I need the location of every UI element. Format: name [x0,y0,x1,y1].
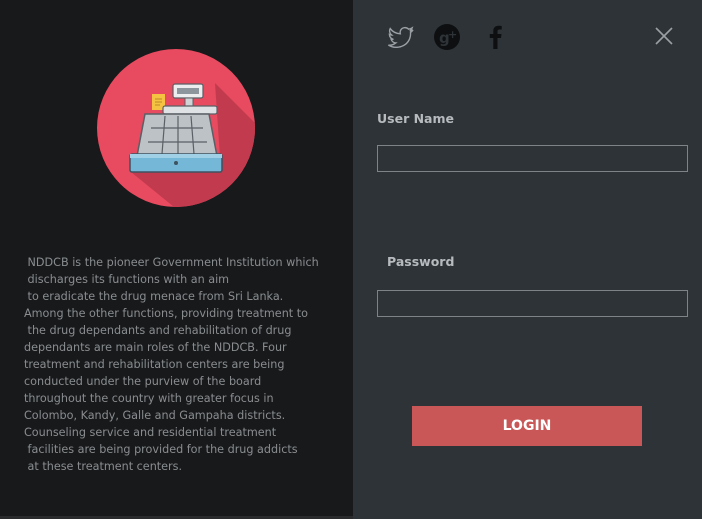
close-icon[interactable] [652,24,676,48]
login-panel: g + User Name Password LOGIN [353,0,702,519]
google-plus-icon[interactable]: g + [432,22,462,52]
info-panel: NDDCB is the pioneer Government Institut… [0,0,353,519]
cash-register-icon [97,46,257,210]
login-button[interactable]: LOGIN [412,406,642,446]
login-window: NDDCB is the pioneer Government Institut… [0,0,702,519]
svg-text:+: + [448,28,457,41]
twitter-icon[interactable] [386,22,416,52]
username-input[interactable] [377,145,688,172]
description-text: NDDCB is the pioneer Government Institut… [24,256,319,473]
password-label: Password [387,254,455,269]
username-label: User Name [377,111,454,126]
facebook-icon[interactable] [480,22,510,52]
password-input[interactable] [377,290,688,317]
